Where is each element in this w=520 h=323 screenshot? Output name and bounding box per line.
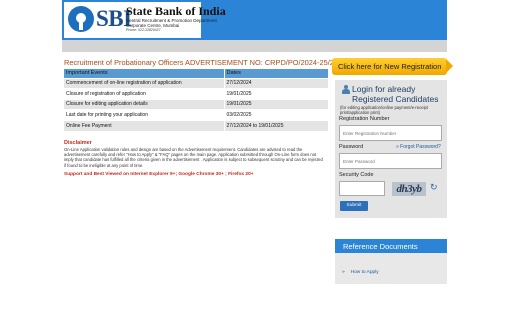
- page: SBI State Bank of India Central Recruitm…: [0, 0, 520, 323]
- reference-documents-panel: Reference Documents » How to Apply: [335, 239, 447, 284]
- table-row: Closure for editing application details …: [64, 98, 329, 110]
- column-header-events: Important Events: [64, 69, 225, 78]
- important-events-table: Important Events Dates Commencement of o…: [64, 69, 329, 131]
- event-date: 27/12/2024: [224, 77, 329, 89]
- event-date: 03/02/2025: [224, 109, 329, 120]
- event-name: Last date for printing your application: [64, 109, 225, 120]
- event-name: Online Fee Payment: [64, 119, 225, 131]
- captcha-image: dh3yb: [392, 182, 426, 196]
- header-subbar: [62, 40, 447, 52]
- event-date: 19/01/2025: [224, 88, 329, 99]
- event-date: 27/12/2024 to 19/01/2025: [224, 119, 329, 131]
- browser-support-note: Support and Best Viewed on Internet Expl…: [64, 172, 254, 177]
- forgot-password-text: Forgot Password?: [400, 144, 441, 150]
- event-name: Closure of registration of application: [64, 88, 225, 99]
- disclaimer-heading: Disclaimer: [64, 140, 92, 146]
- double-chevron-icon: »: [342, 270, 345, 275]
- password-label: Password: [339, 144, 364, 150]
- security-code-input[interactable]: [339, 181, 385, 196]
- registration-number-input[interactable]: [339, 125, 442, 141]
- column-header-dates: Dates: [224, 69, 329, 78]
- login-note: (for editing application/online payment/…: [340, 105, 428, 115]
- registration-number-label: Registration Number: [339, 116, 390, 122]
- forgot-password-link[interactable]: » Forgot Password?: [396, 144, 441, 150]
- event-date: 19/01/2025: [224, 98, 329, 110]
- phone-number: Phone: 022-22820427: [126, 28, 161, 32]
- login-title-line1: Login for already: [352, 84, 416, 94]
- security-code-label: Security Code: [339, 172, 374, 178]
- table-row: Commencement of on-line registration of …: [64, 77, 329, 89]
- table-row: Online Fee Payment 27/12/2024 to 19/01/2…: [64, 119, 329, 131]
- table-row: Last date for printing your application …: [64, 109, 329, 120]
- sbi-keyhole-icon: [68, 6, 94, 32]
- event-name: Commencement of on-line registration of …: [64, 77, 225, 89]
- new-registration-button[interactable]: Click here for New Registration: [332, 58, 453, 75]
- recruitment-title: Recruitment of Probationary Officers ADV…: [64, 58, 338, 67]
- disclaimer-text: On-Line Application validation rules and…: [64, 147, 323, 168]
- how-to-apply-link[interactable]: » How to Apply: [342, 270, 379, 275]
- submit-button[interactable]: Submit: [340, 201, 368, 211]
- login-panel: Login for already Registered Candidates …: [335, 80, 447, 218]
- user-icon: [342, 85, 350, 94]
- how-to-apply-text: How to Apply: [350, 270, 379, 275]
- double-chevron-icon: »: [396, 144, 399, 150]
- refresh-captcha-icon[interactable]: ↻: [430, 183, 439, 192]
- event-name: Closure for editing application details: [64, 98, 225, 110]
- reference-documents-heading: Reference Documents: [335, 239, 447, 253]
- table-row: Closure of registration of application 1…: [64, 88, 329, 99]
- bank-name: State Bank of India: [126, 4, 226, 18]
- password-input[interactable]: [339, 153, 442, 169]
- login-title-line2: Registered Candidates: [352, 94, 439, 104]
